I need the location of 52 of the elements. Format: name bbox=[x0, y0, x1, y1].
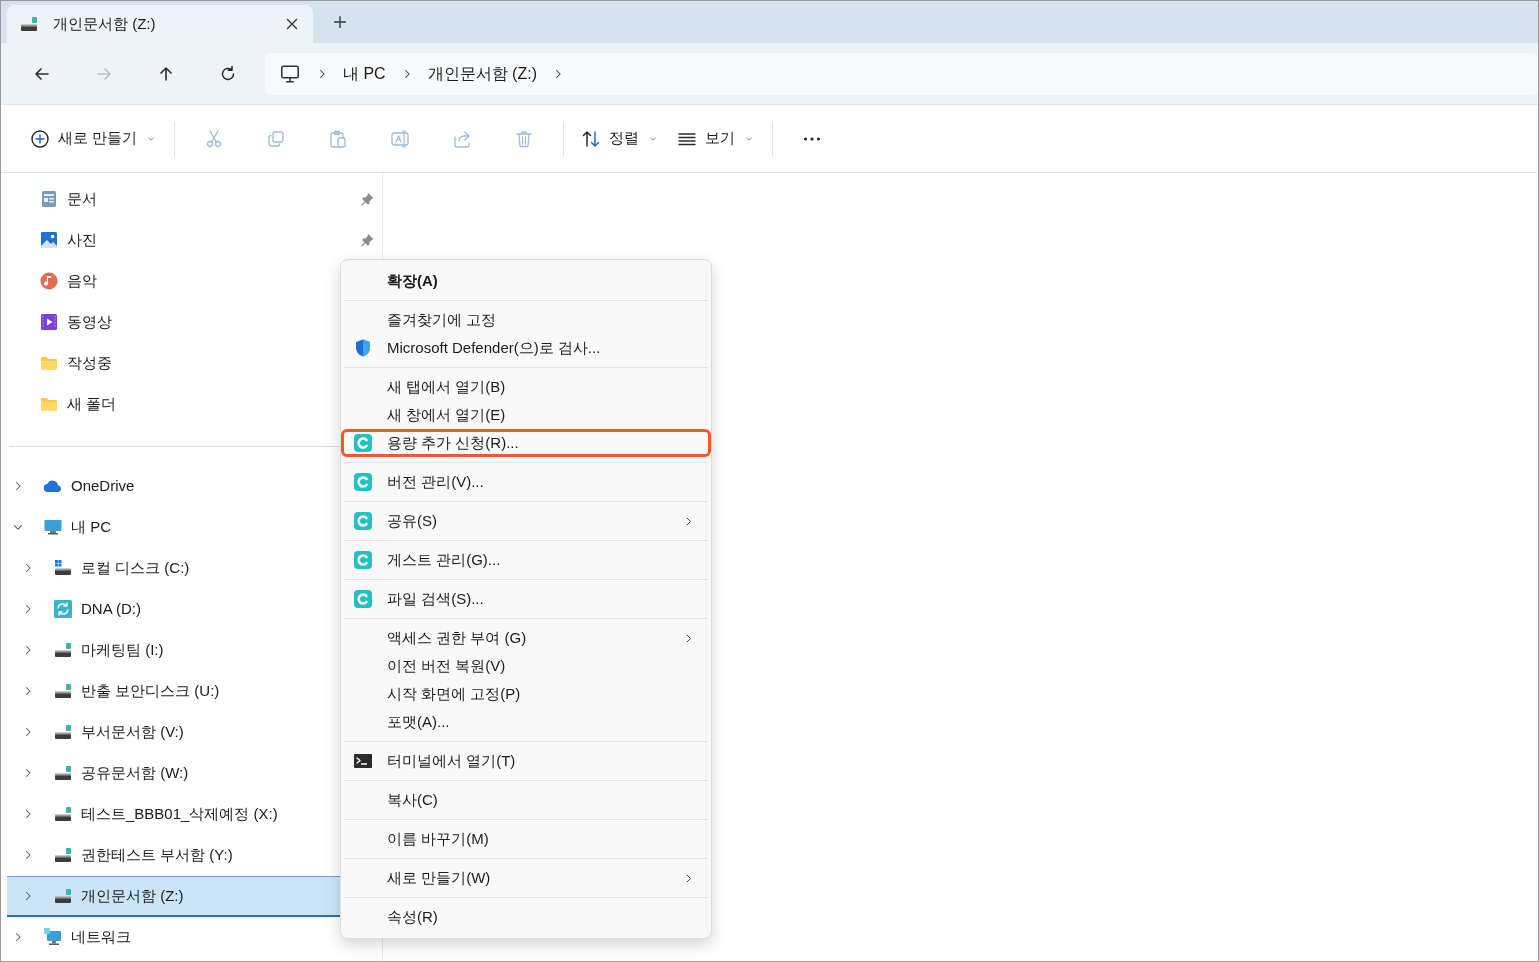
document-icon bbox=[39, 189, 59, 209]
item-label: 부서문서함 (V:) bbox=[81, 721, 184, 742]
item-label: 개인문서함 (Z:) bbox=[81, 885, 184, 906]
menu-item[interactable]: 용량 추가 신청(R)... bbox=[341, 429, 711, 457]
item-label: DNA (D:) bbox=[81, 598, 141, 619]
tab[interactable]: 개인문서함 (Z:) bbox=[7, 5, 313, 43]
new-button[interactable]: 새로 만들기 bbox=[21, 120, 167, 157]
item-label: 테스트_BBB01_삭제예정 (X:) bbox=[81, 803, 278, 824]
item-label: 공유문서함 (W:) bbox=[81, 762, 189, 783]
item-label: 권한테스트 부서함 (Y:) bbox=[81, 844, 233, 865]
c-logo-icon bbox=[353, 433, 373, 453]
computer-icon bbox=[43, 517, 63, 537]
shield-icon bbox=[353, 338, 373, 358]
item-label: 새 폴더 bbox=[67, 393, 118, 414]
item-label: 내 PC bbox=[71, 516, 111, 537]
sidebar-item[interactable]: 사진 bbox=[7, 220, 379, 261]
item-label: 마케팅팀 (I:) bbox=[81, 639, 164, 660]
terminal-icon bbox=[353, 751, 373, 771]
item-label: 작성중 bbox=[67, 352, 113, 373]
breadcrumb-item[interactable]: 개인문서함 (Z:) bbox=[427, 61, 537, 86]
view-button[interactable]: 보기 bbox=[668, 120, 765, 157]
network-drive-icon bbox=[53, 640, 73, 660]
item-label: 음악 bbox=[67, 270, 98, 291]
sync-drive-icon bbox=[53, 599, 73, 619]
network-drive-icon bbox=[53, 763, 73, 783]
c-logo-icon bbox=[353, 589, 373, 609]
network-icon bbox=[43, 927, 63, 947]
item-label: OneDrive bbox=[71, 475, 135, 496]
item-label: 사진 bbox=[67, 229, 98, 250]
network-drive-icon bbox=[53, 886, 73, 906]
item-label: 네트워크 bbox=[71, 926, 131, 947]
address-bar[interactable]: 내 PC 개인문서함 (Z:) bbox=[265, 52, 1538, 95]
network-drive-icon bbox=[53, 722, 73, 742]
network-drive-icon bbox=[19, 14, 39, 34]
sort-button[interactable]: 정렬 bbox=[572, 120, 669, 157]
video-icon bbox=[39, 312, 59, 332]
network-drive-icon bbox=[53, 681, 73, 701]
breadcrumb-item[interactable]: 내 PC bbox=[343, 61, 386, 86]
c-logo-icon bbox=[353, 472, 373, 492]
plus-icon bbox=[331, 13, 349, 31]
item-label: 로컬 디스크 (C:) bbox=[81, 557, 190, 578]
c-logo-icon bbox=[353, 511, 373, 531]
network-drive-icon bbox=[53, 845, 73, 865]
network-drive-icon bbox=[53, 804, 73, 824]
c-logo-icon bbox=[353, 550, 373, 570]
item-label: 반출 보안디스크 (U:) bbox=[81, 680, 220, 701]
sidebar-item[interactable]: 문서 bbox=[7, 179, 379, 220]
item-label: 동영상 bbox=[67, 311, 113, 332]
picture-icon bbox=[39, 230, 59, 250]
drive-icon bbox=[53, 558, 73, 578]
item-label: 문서 bbox=[67, 188, 98, 209]
music-note-icon bbox=[39, 271, 59, 291]
